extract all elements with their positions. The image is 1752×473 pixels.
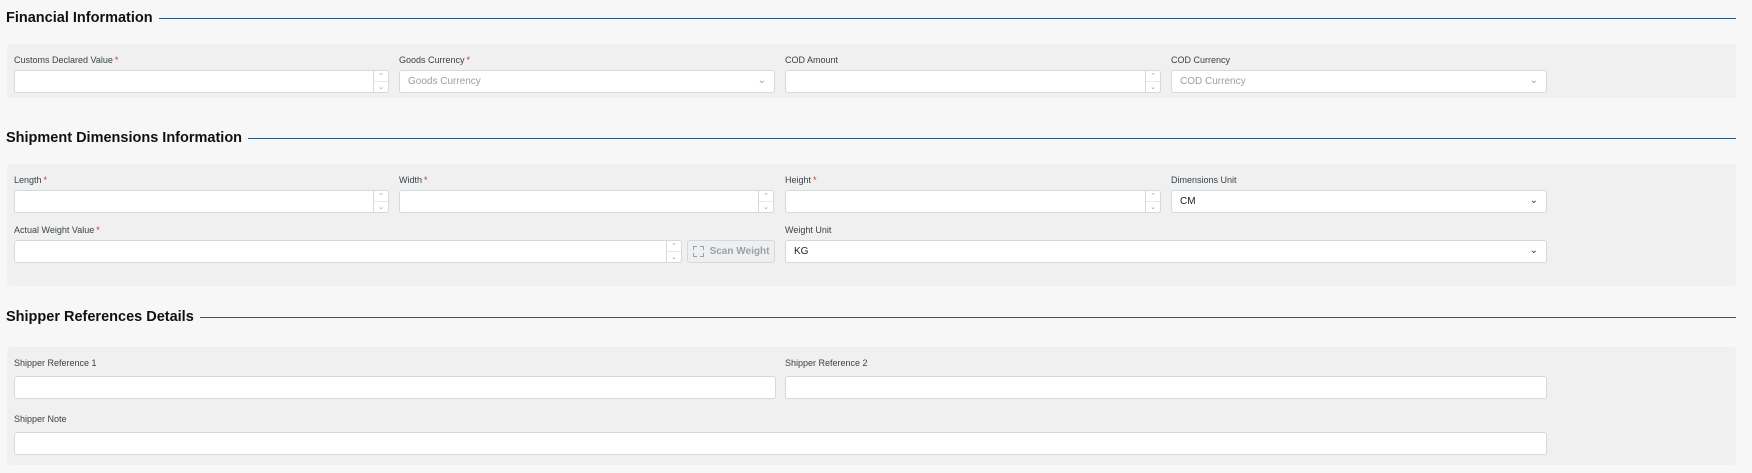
shipper-note-label: Shipper Note [14,414,67,424]
shipper-note-field: Shipper Note [14,403,1549,457]
chevron-down-icon: ⌄ [1529,75,1538,86]
goods-currency-select[interactable]: Goods Currency ⌄ [399,70,775,93]
financial-section-title: Financial Information [6,10,153,26]
width-stepper[interactable]: ⌃ ⌄ [758,191,773,212]
goods-currency-label-text: Goods Currency [399,55,465,65]
required-marker: * [96,225,100,235]
customs-declared-value-field: Customs Declared Value * ⌃ ⌄ [14,44,395,98]
height-label-text: Height [785,175,812,185]
stepper-down-icon[interactable]: ⌄ [374,201,388,212]
length-field: Length * ⌃ ⌄ [14,164,395,218]
required-marker: * [466,55,471,65]
stepper-up-icon[interactable]: ⌃ [667,241,681,251]
scan-weight-label: Scan Weight [709,246,770,257]
cod-currency-select[interactable]: COD Currency ⌄ [1171,70,1547,93]
shipper-reference-1-field: Shipper Reference 1 [14,347,782,401]
required-marker: * [813,175,817,185]
chevron-down-icon: ⌄ [757,75,766,86]
customs-declared-value-label-text: Customs Declared Value [14,55,113,65]
dimensions-unit-select[interactable]: CM ⌄ [1171,190,1547,213]
stepper-up-icon[interactable]: ⌃ [374,191,388,201]
actual-weight-input[interactable]: ⌃ ⌄ [14,240,682,263]
length-label: Length * [14,175,47,185]
cod-amount-label: COD Amount [785,55,839,65]
dimensions-section-title: Shipment Dimensions Information [6,130,243,146]
shipper-reference-1-input[interactable] [14,376,776,399]
goods-currency-field: Goods Currency * Goods Currency ⌄ [399,44,777,98]
customs-declared-value-stepper[interactable]: ⌃ ⌄ [373,71,388,92]
goods-currency-placeholder: Goods Currency [408,76,481,87]
length-label-text: Length [14,175,42,185]
cod-currency-field: COD Currency COD Currency ⌄ [1171,44,1549,98]
width-field: Width * ⌃ ⌄ [399,164,780,218]
stepper-down-icon[interactable]: ⌄ [759,201,773,212]
height-field: Height * ⌃ ⌄ [785,164,1166,218]
financial-section-header: Financial Information [6,8,1736,28]
customs-declared-value-input[interactable]: ⌃ ⌄ [14,70,389,93]
stepper-up-icon[interactable]: ⌃ [759,191,773,201]
chevron-down-icon: ⌄ [1529,245,1538,256]
stepper-down-icon[interactable]: ⌄ [667,251,681,262]
stepper-down-icon[interactable]: ⌄ [374,81,388,92]
stepper-down-icon[interactable]: ⌄ [1146,81,1160,92]
chevron-down-icon: ⌄ [1529,195,1538,206]
weight-unit-field: Weight Unit KG ⌄ [785,214,1549,268]
width-label: Width * [399,175,428,185]
width-label-text: Width [399,175,423,185]
height-input[interactable]: ⌃ ⌄ [785,190,1161,213]
actual-weight-stepper[interactable]: ⌃ ⌄ [666,241,681,262]
stepper-up-icon[interactable]: ⌃ [1146,71,1160,81]
weight-unit-value: KG [794,246,809,257]
stepper-up-icon[interactable]: ⌃ [374,71,388,81]
references-panel: Shipper Reference 1 Shipper Reference 2 … [7,347,1736,465]
height-stepper[interactable]: ⌃ ⌄ [1145,191,1160,212]
required-marker: * [43,175,48,185]
section-divider [248,137,1736,139]
scan-icon [692,246,704,257]
customs-declared-value-label: Customs Declared Value * [14,55,118,65]
cod-amount-stepper[interactable]: ⌃ ⌄ [1145,71,1160,92]
section-divider [158,17,1736,19]
cod-currency-placeholder: COD Currency [1180,76,1246,87]
cod-amount-input[interactable]: ⌃ ⌄ [785,70,1161,93]
dimensions-unit-label: Dimensions Unit [1171,175,1237,185]
shipper-reference-2-input[interactable] [785,376,1547,399]
height-label: Height * [785,175,817,185]
dimensions-unit-field: Dimensions Unit CM ⌄ [1171,164,1549,218]
references-section-header: Shipper References Details [6,307,1736,327]
shipper-reference-2-label: Shipper Reference 2 [785,358,868,368]
section-divider [199,316,1736,318]
shipper-reference-2-field: Shipper Reference 2 [785,347,1549,401]
shipper-note-input[interactable] [14,432,1547,455]
financial-panel: Customs Declared Value * ⌃ ⌄ Goods Curren… [7,44,1736,98]
stepper-up-icon[interactable]: ⌃ [1146,191,1160,201]
goods-currency-label: Goods Currency * [399,55,470,65]
references-section-title: Shipper References Details [6,309,194,325]
stepper-down-icon[interactable]: ⌄ [1146,201,1160,212]
weight-unit-label: Weight Unit [785,225,832,235]
length-input[interactable]: ⌃ ⌄ [14,190,389,213]
actual-weight-label-text: Actual Weight Value [14,225,95,235]
dimensions-panel: Length * ⌃ ⌄ Width * ⌃ ⌄ Height * ⌃ ⌄ Di… [7,164,1736,286]
dimensions-section-header: Shipment Dimensions Information [6,128,1736,148]
actual-weight-label: Actual Weight Value * [14,225,100,235]
required-marker: * [114,55,119,65]
shipper-reference-1-label: Shipper Reference 1 [14,358,97,368]
actual-weight-field: Actual Weight Value * ⌃ ⌄ [14,214,694,268]
cod-currency-label: COD Currency [1171,55,1231,65]
length-stepper[interactable]: ⌃ ⌄ [373,191,388,212]
width-input[interactable]: ⌃ ⌄ [399,190,774,213]
dimensions-unit-value: CM [1180,196,1196,207]
required-marker: * [424,175,428,185]
cod-amount-field: COD Amount ⌃ ⌄ [785,44,1166,98]
scan-weight-button[interactable]: Scan Weight [687,240,775,263]
weight-unit-select[interactable]: KG ⌄ [785,240,1547,263]
